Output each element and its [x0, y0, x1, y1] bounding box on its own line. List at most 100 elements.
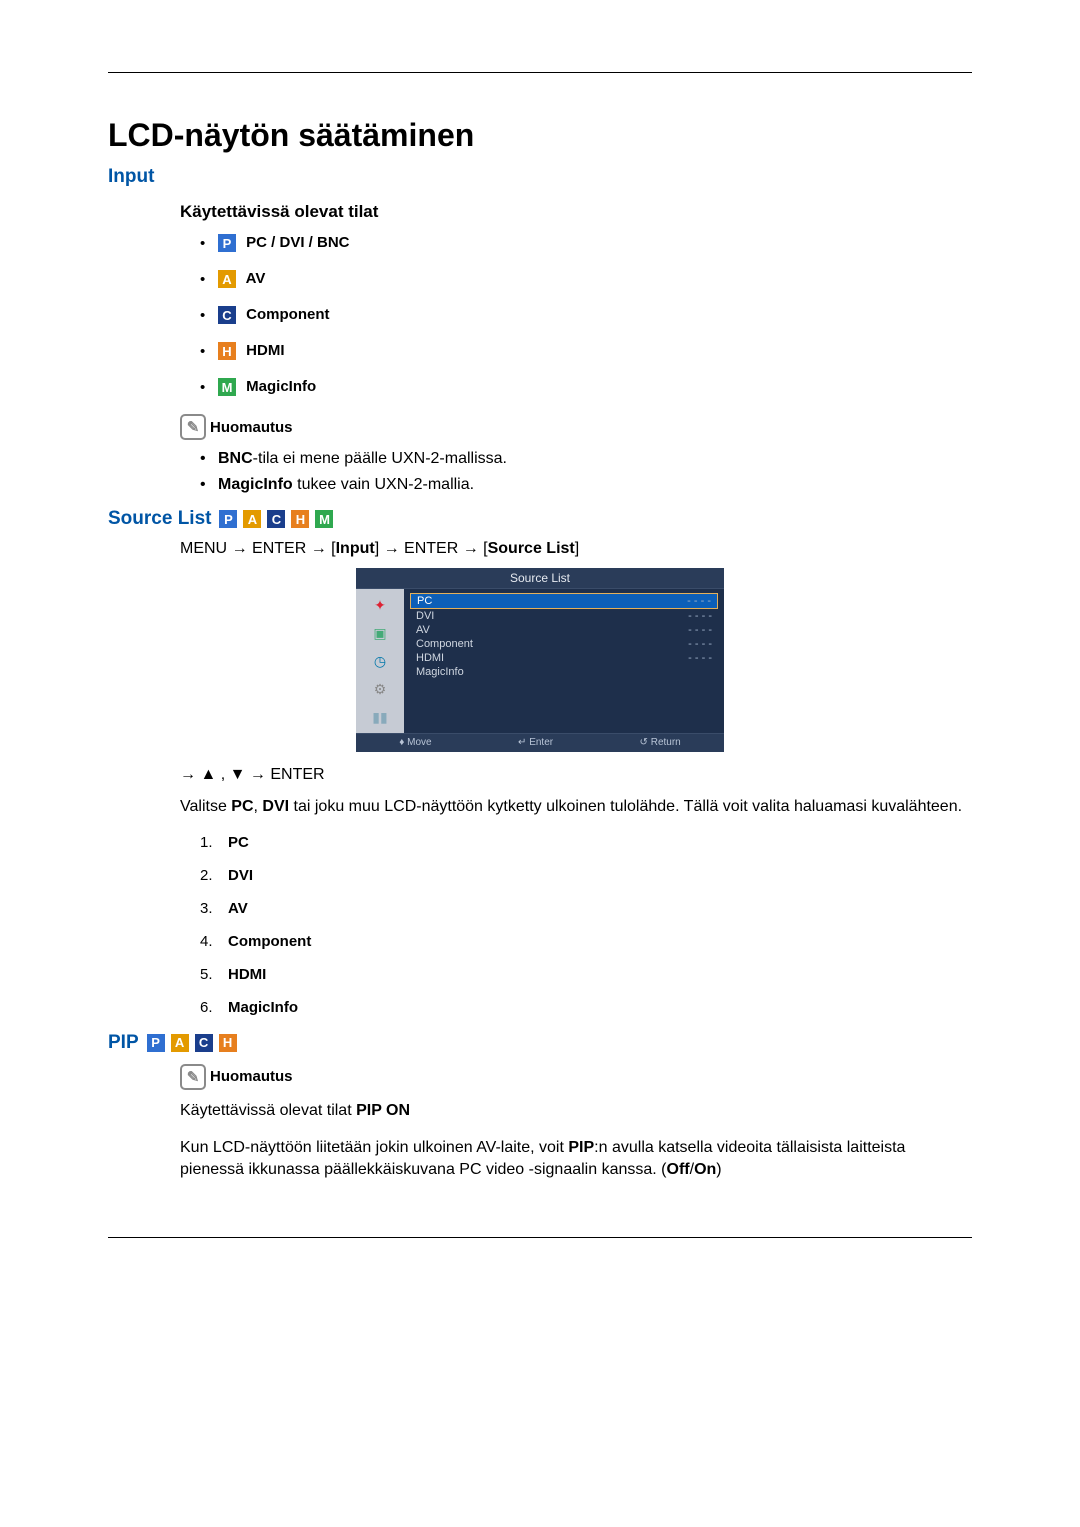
osd-footer-move: ♦ Move: [399, 737, 431, 748]
a-icon: A: [171, 1034, 189, 1052]
osd-item-value: - - - -: [688, 610, 712, 622]
note-item: MagicInfo tukee vain UXN-2-mallia.: [200, 476, 972, 494]
note-heading: ✎ Huomautus: [180, 414, 972, 440]
h-icon: H: [218, 342, 236, 360]
osd-side-icon: ✦: [367, 595, 393, 615]
mode-label: HDMI: [246, 342, 284, 359]
list-item: HDMI: [200, 966, 972, 983]
modes-subtitle: Käytettävissä olevat tilat: [180, 202, 972, 222]
list-item: PC: [200, 834, 972, 851]
nav-arrow: →: [384, 540, 400, 557]
osd-item-value: - - - -: [688, 624, 712, 636]
mode-label: PC / DVI / BNC: [246, 234, 349, 251]
mode-item-pc: P PC / DVI / BNC: [200, 234, 972, 252]
note-bold: MagicInfo: [218, 476, 293, 493]
osd-item-label: PC: [417, 595, 432, 607]
mode-label: Component: [246, 306, 329, 323]
nav-menu: MENU: [180, 540, 227, 557]
a-icon: A: [243, 510, 261, 528]
nav-path: MENU → ENTER → [Input] → ENTER → [Source…: [180, 540, 972, 558]
c-icon: C: [218, 306, 236, 324]
nav-bracket-sourcelist: Source List: [488, 540, 575, 557]
osd-sidebar: ✦ ▣ ◷ ⚙ ▮▮: [356, 589, 404, 733]
osd-side-icon: ◷: [367, 651, 393, 671]
document-page: LCD-näytön säätäminen Input Käytettäviss…: [0, 0, 1080, 1527]
nav-arrow: →: [311, 540, 327, 557]
osd-row-hdmi: HDMI - - - -: [410, 651, 718, 665]
nav-bracket-input: Input: [336, 540, 375, 557]
osd-item-label: MagicInfo: [416, 666, 464, 678]
mode-label: MagicInfo: [246, 378, 316, 395]
note-label: Huomautus: [210, 1068, 293, 1085]
osd-row-component: Component - - - -: [410, 637, 718, 651]
osd-main: PC - - - - DVI - - - - AV - - - - Compon…: [404, 589, 724, 733]
nav-arrow: →: [463, 540, 479, 557]
note-item: BNC-tila ei mene päälle UXN-2-mallissa.: [200, 450, 972, 468]
osd-row-pc: PC - - - -: [410, 593, 718, 609]
list-item: Component: [200, 933, 972, 950]
c-icon: C: [267, 510, 285, 528]
input-section-title: Input: [108, 166, 972, 188]
osd-item-value: - - - -: [687, 595, 711, 607]
mode-item-component: C Component: [200, 306, 972, 324]
a-icon: A: [218, 270, 236, 288]
osd-side-icon: ▣: [367, 623, 393, 643]
h-icon: H: [291, 510, 309, 528]
list-item: MagicInfo: [200, 999, 972, 1016]
note-bold: BNC: [218, 450, 253, 467]
osd-row-magicinfo: MagicInfo: [410, 665, 718, 679]
osd-screenshot: Source List ✦ ▣ ◷ ⚙ ▮▮ PC - - - - DVI: [108, 568, 972, 752]
note-label: Huomautus: [210, 419, 293, 436]
source-numbered-list: PC DVI AV Component HDMI MagicInfo: [200, 834, 972, 1016]
source-body-text: Valitse PC, DVI tai joku muu LCD-näyttöö…: [180, 796, 972, 818]
p-icon: P: [218, 234, 236, 252]
list-item: DVI: [200, 867, 972, 884]
osd-panel: Source List ✦ ▣ ◷ ⚙ ▮▮ PC - - - - DVI: [356, 568, 724, 752]
modes-list: P PC / DVI / BNC A AV C Component H HDMI…: [200, 234, 972, 396]
mode-item-av: A AV: [200, 270, 972, 288]
note-list: BNC-tila ei mene päälle UXN-2-mallissa. …: [200, 450, 972, 494]
pip-note-block: ✎ Huomautus Käytettävissä olevat tilat P…: [180, 1064, 972, 1181]
note-icon: ✎: [180, 414, 206, 440]
p-icon: P: [219, 510, 237, 528]
nav-triangle-line: → ▲ , ▼ → ENTER: [180, 766, 972, 784]
osd-item-label: AV: [416, 624, 430, 636]
osd-item-label: HDMI: [416, 652, 444, 664]
m-icon: M: [218, 378, 236, 396]
osd-side-icon: ⚙: [367, 679, 393, 699]
osd-footer-return: ↺ Return: [640, 737, 681, 748]
bottom-divider: [108, 1237, 972, 1238]
note-text: tukee vain UXN-2-mallia.: [293, 476, 474, 493]
osd-title: Source List: [356, 568, 724, 589]
source-list-title: Source List: [108, 508, 211, 530]
pip-header: PIP P A C H: [108, 1032, 972, 1054]
osd-row-av: AV - - - -: [410, 623, 718, 637]
mode-item-hdmi: H HDMI: [200, 342, 972, 360]
nav-enter: ENTER: [252, 540, 306, 557]
pip-paragraph: Kun LCD-näyttöön liitetään jokin ulkoine…: [180, 1137, 972, 1180]
note-icon: ✎: [180, 1064, 206, 1090]
source-list-header: Source List P A C H M: [108, 508, 972, 530]
nav-arrow: →: [232, 540, 248, 557]
osd-row-dvi: DVI - - - -: [410, 609, 718, 623]
mode-label: AV: [246, 270, 266, 287]
nav-enter: ENTER: [404, 540, 458, 557]
list-item: AV: [200, 900, 972, 917]
osd-item-label: DVI: [416, 610, 434, 622]
osd-footer-enter: ↵ Enter: [518, 737, 553, 748]
osd-footer: ♦ Move ↵ Enter ↺ Return: [356, 733, 724, 752]
pip-note-heading: ✎ Huomautus: [180, 1064, 972, 1090]
note-text: -tila ei mene päälle UXN-2-mallissa.: [253, 450, 507, 467]
pip-title: PIP: [108, 1032, 139, 1054]
osd-item-value: - - - -: [688, 638, 712, 650]
c-icon: C: [195, 1034, 213, 1052]
osd-body: ✦ ▣ ◷ ⚙ ▮▮ PC - - - - DVI - - - -: [356, 589, 724, 733]
osd-item-value: - - - -: [688, 652, 712, 664]
osd-item-label: Component: [416, 638, 473, 650]
page-title: LCD-näytön säätäminen: [108, 117, 972, 154]
pip-line1: Käytettävissä olevat tilat PIP ON: [180, 1100, 972, 1122]
h-icon: H: [219, 1034, 237, 1052]
osd-side-icon: ▮▮: [367, 707, 393, 727]
p-icon: P: [147, 1034, 165, 1052]
top-divider: [108, 72, 972, 73]
